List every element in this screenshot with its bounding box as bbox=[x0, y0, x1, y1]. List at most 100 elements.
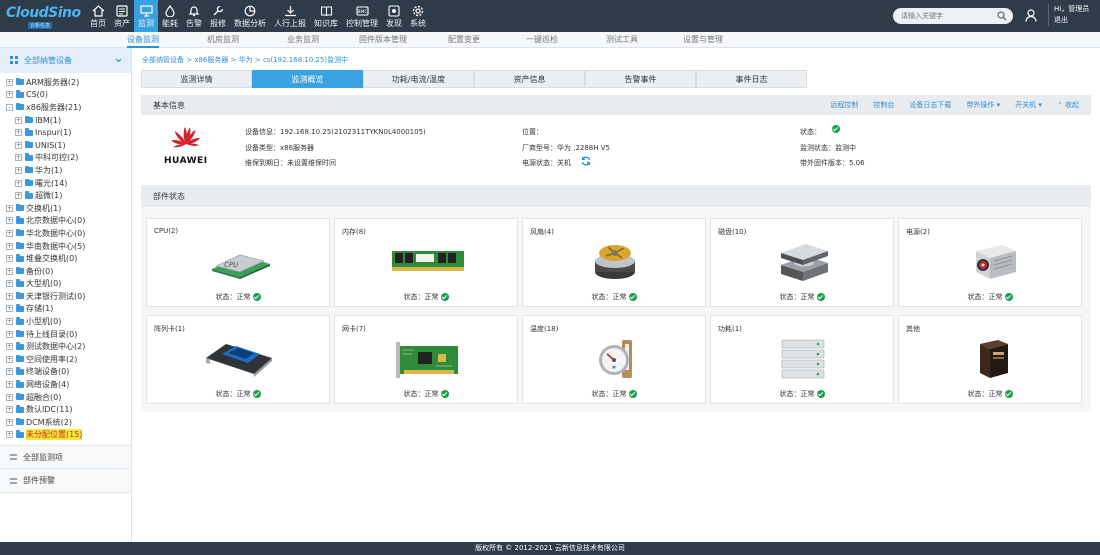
tree-node[interactable]: + 华南数据中心(5) bbox=[0, 240, 131, 253]
subnav-firmware[interactable]: 固件版本管理 bbox=[359, 32, 407, 48]
tree-node[interactable]: + 超微(1) bbox=[0, 189, 131, 202]
nav-knowledge[interactable]: 知识库 bbox=[310, 0, 342, 32]
expand-icon[interactable]: + bbox=[15, 192, 22, 200]
tree-node[interactable]: + 堆叠交换机(0) bbox=[0, 252, 131, 265]
tab-monitor-overview[interactable]: 监测概览 bbox=[252, 70, 363, 88]
tree-node[interactable]: + 华为(1) bbox=[0, 164, 131, 177]
expand-icon[interactable]: + bbox=[6, 431, 13, 439]
expand-icon[interactable]: + bbox=[6, 393, 13, 401]
nav-system[interactable]: 系统 bbox=[406, 0, 430, 32]
expand-icon[interactable]: + bbox=[6, 217, 13, 225]
tree-node[interactable]: + 数认IDC(11) bbox=[0, 403, 131, 416]
all-monitor-items[interactable]: 全部监测项 bbox=[0, 445, 131, 469]
expand-icon[interactable]: + bbox=[15, 154, 22, 162]
component-card-other[interactable]: 其他 状态：正常 bbox=[898, 315, 1082, 404]
tree-node[interactable]: + 超融合(0) bbox=[0, 391, 131, 404]
tree-node[interactable]: + 未分配位置(15) bbox=[0, 429, 131, 442]
expand-icon[interactable]: + bbox=[6, 292, 13, 300]
tree-node[interactable]: + 天津银行测试(0) bbox=[0, 290, 131, 303]
component-card-temperature[interactable]: 温度(18) ✱ 状态：正常 bbox=[522, 315, 706, 404]
nav-report[interactable]: 人行上报 bbox=[270, 0, 310, 32]
subnav-test-tools[interactable]: 测试工具 bbox=[606, 32, 638, 48]
expand-icon[interactable]: + bbox=[6, 255, 13, 263]
expand-icon[interactable]: + bbox=[15, 141, 22, 149]
expand-icon[interactable]: + bbox=[6, 330, 13, 338]
expand-icon[interactable]: + bbox=[6, 368, 13, 376]
nav-discover[interactable]: 发现 bbox=[382, 0, 406, 32]
expand-icon[interactable]: + bbox=[6, 343, 13, 351]
collapse-link[interactable]: ⌃ 收起 bbox=[1057, 100, 1079, 110]
tree-node[interactable]: + IBM(1) bbox=[0, 114, 131, 127]
tree-node[interactable]: + 小型机(0) bbox=[0, 315, 131, 328]
subnav-settings[interactable]: 设置与管理 bbox=[683, 32, 723, 48]
expand-icon[interactable]: + bbox=[6, 406, 13, 414]
expand-icon[interactable]: + bbox=[15, 166, 22, 174]
search-icon[interactable] bbox=[997, 11, 1007, 23]
tree-node[interactable]: + 备份(0) bbox=[0, 265, 131, 278]
tree-node[interactable]: + 终端设备(0) bbox=[0, 366, 131, 379]
tab-alarm-events[interactable]: 告警事件 bbox=[585, 70, 696, 88]
expand-icon[interactable]: + bbox=[6, 229, 13, 237]
search-input[interactable] bbox=[901, 10, 993, 22]
subnav-device-monitor[interactable]: 设备监测 bbox=[127, 32, 159, 48]
component-card-power[interactable]: 功耗(1) 状态：正常 bbox=[710, 315, 894, 404]
tree-node[interactable]: + 大型机(0) bbox=[0, 278, 131, 291]
subnav-room-monitor[interactable]: 机房监测 bbox=[207, 32, 239, 48]
logo[interactable]: CloudSino 云新信息 bbox=[6, 4, 81, 29]
tab-asset-info[interactable]: 资产信息 bbox=[474, 70, 585, 88]
log-download-link[interactable]: 设备日志下载 bbox=[909, 100, 951, 110]
nav-repair[interactable]: 报修 bbox=[206, 0, 230, 32]
nav-alarm[interactable]: 告警 bbox=[182, 0, 206, 32]
tree-node[interactable]: + 空间使用率(2) bbox=[0, 353, 131, 366]
component-card-raid[interactable]: 阵列卡(1) 状态：正常 bbox=[146, 315, 330, 404]
expand-icon[interactable]: + bbox=[6, 78, 13, 86]
user-icon[interactable] bbox=[1025, 9, 1037, 24]
nav-home[interactable]: 首页 bbox=[86, 0, 110, 32]
tree-node[interactable]: + ARM服务器(2) bbox=[0, 76, 131, 89]
remote-control-link[interactable]: 远程控制 bbox=[830, 100, 858, 110]
expand-icon[interactable]: + bbox=[6, 305, 13, 313]
expand-icon[interactable]: + bbox=[15, 129, 22, 137]
expand-icon[interactable]: + bbox=[6, 242, 13, 250]
expand-icon[interactable]: + bbox=[6, 280, 13, 288]
tree-node[interactable]: + 交换机(1) bbox=[0, 202, 131, 215]
tree-node[interactable]: + 曙光(14) bbox=[0, 177, 131, 190]
tree-node[interactable]: + 存储(1) bbox=[0, 303, 131, 316]
nav-monitor[interactable]: 监测 bbox=[134, 0, 158, 32]
console-link[interactable]: 控制台 bbox=[873, 100, 894, 110]
tree-node[interactable]: + 华北数据中心(0) bbox=[0, 227, 131, 240]
tree-node[interactable]: + 北京数据中心(0) bbox=[0, 215, 131, 228]
expand-icon[interactable]: + bbox=[15, 179, 22, 187]
expand-icon[interactable]: + bbox=[6, 418, 13, 426]
component-warning[interactable]: 部件预警 bbox=[0, 469, 131, 493]
component-card-power-supply[interactable]: 电源(2) 状态：正常 bbox=[898, 218, 1082, 307]
tab-power-temp[interactable]: 功耗/电流/温度 bbox=[363, 70, 474, 88]
tree-node[interactable]: + 测试数据中心(2) bbox=[0, 340, 131, 353]
subnav-inspection[interactable]: 一键巡检 bbox=[526, 32, 558, 48]
nav-asset[interactable]: 资产 bbox=[110, 0, 134, 32]
expand-icon[interactable]: + bbox=[6, 318, 13, 326]
expand-icon[interactable]: + bbox=[6, 267, 13, 275]
expand-icon[interactable]: + bbox=[6, 91, 13, 99]
tab-event-log[interactable]: 事件日志 bbox=[696, 70, 807, 88]
expand-icon[interactable]: + bbox=[6, 204, 13, 212]
oob-operation-dropdown[interactable]: 带外操作 ▾ bbox=[966, 100, 1000, 110]
power-dropdown[interactable]: 开关机 ▾ bbox=[1015, 100, 1042, 110]
expand-icon[interactable]: + bbox=[6, 381, 13, 389]
expand-icon[interactable]: + bbox=[15, 116, 22, 124]
tree-node[interactable]: + Inspur(1) bbox=[0, 126, 131, 139]
logout-link[interactable]: 退出 bbox=[1054, 15, 1089, 26]
subnav-business-monitor[interactable]: 业务监测 bbox=[287, 32, 319, 48]
component-card-nic[interactable]: 网卡(7) 状态：正常 bbox=[334, 315, 518, 404]
tree-node[interactable]: - x86服务器(21) bbox=[0, 101, 131, 114]
nav-analysis[interactable]: 数据分析 bbox=[230, 0, 270, 32]
collapse-icon[interactable]: - bbox=[6, 103, 13, 111]
tree-node[interactable]: + 待上线目录(0) bbox=[0, 328, 131, 341]
tree-node[interactable]: + CS(0) bbox=[0, 89, 131, 102]
tree-node[interactable]: + DCM系统(2) bbox=[0, 416, 131, 429]
tree-node[interactable]: + 网络设备(4) bbox=[0, 378, 131, 391]
tree-node[interactable]: + 中科可控(2) bbox=[0, 152, 131, 165]
component-card-fan[interactable]: 风扇(4) 状态：正常 bbox=[522, 218, 706, 307]
component-card-cpu[interactable]: CPU(2) CPU 状态：正常 bbox=[146, 218, 330, 307]
nav-control[interactable]: BMC 控制管理 bbox=[342, 0, 382, 32]
